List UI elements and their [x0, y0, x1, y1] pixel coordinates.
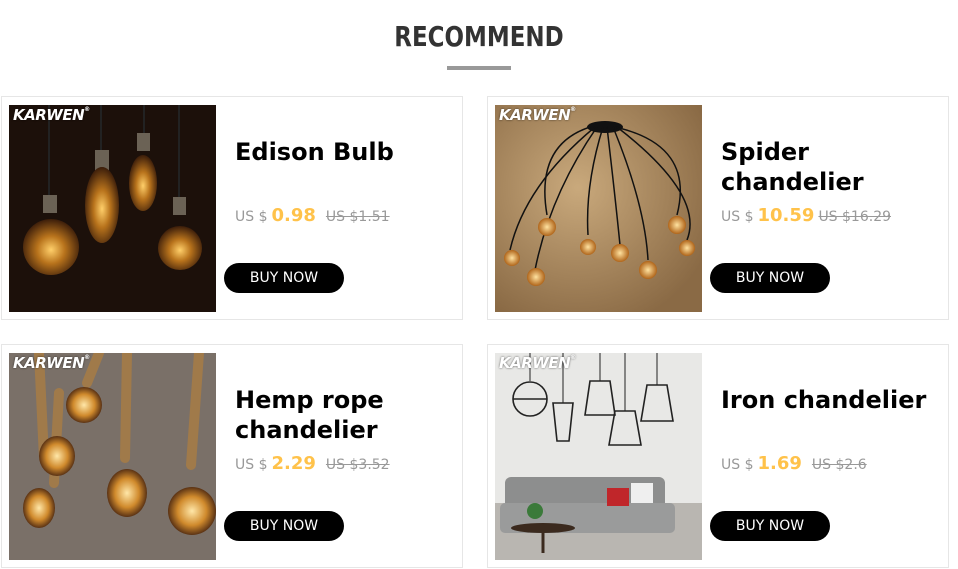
currency-label: US $: [721, 457, 754, 473]
current-price: 1.69: [757, 453, 802, 474]
product-card-spider-chandelier[interactable]: KARWEN® Spider chandelier US $10.59 US $1…: [487, 96, 949, 320]
brand-logo: KARWEN®: [499, 106, 576, 124]
current-price: 2.29: [271, 453, 316, 474]
current-price: 10.59: [757, 205, 815, 226]
product-card-hemp-rope-chandelier[interactable]: KARWEN® Hemp rope chandelier US $2.29 US …: [1, 344, 463, 568]
buy-now-button[interactable]: BUY NOW: [224, 263, 344, 293]
product-name[interactable]: Edison Bulb: [235, 137, 455, 167]
product-image[interactable]: KARWEN®: [9, 353, 216, 560]
original-price: US $16.29: [818, 209, 892, 225]
original-price: US $1.51: [325, 209, 390, 225]
price-row: US $0.98 US $1.51: [235, 205, 390, 226]
brand-logo: KARWEN®: [499, 354, 576, 372]
title-underline: [447, 66, 511, 70]
price-row: US $2.29 US $3.52: [235, 453, 390, 474]
buy-now-button[interactable]: BUY NOW: [710, 263, 830, 293]
brand-logo: KARWEN®: [13, 106, 90, 124]
product-card-edison-bulb[interactable]: KARWEN® Edison Bulb US $0.98 US $1.51 BUY…: [1, 96, 463, 320]
original-price: US $3.52: [325, 457, 390, 473]
product-image[interactable]: KARWEN®: [9, 105, 216, 312]
price-row: US $10.59 US $16.29: [721, 205, 891, 226]
product-name[interactable]: Hemp rope chandelier: [235, 385, 455, 445]
currency-label: US $: [235, 457, 268, 473]
product-name[interactable]: Iron chandelier: [721, 385, 941, 415]
section-title: RECOMMEND: [394, 20, 564, 53]
currency-label: US $: [235, 209, 268, 225]
brand-logo: KARWEN®: [13, 354, 90, 372]
product-name[interactable]: Spider chandelier: [721, 137, 941, 197]
product-image[interactable]: KARWEN®: [495, 105, 702, 312]
product-image[interactable]: KARWEN®: [495, 353, 702, 560]
original-price: US $2.6: [811, 457, 867, 473]
current-price: 0.98: [271, 205, 316, 226]
buy-now-button[interactable]: BUY NOW: [224, 511, 344, 541]
currency-label: US $: [721, 209, 754, 225]
product-card-iron-chandelier[interactable]: KARWEN® Iron chandelier US $1.69 US $2.6 …: [487, 344, 949, 568]
buy-now-button[interactable]: BUY NOW: [710, 511, 830, 541]
price-row: US $1.69 US $2.6: [721, 453, 867, 474]
